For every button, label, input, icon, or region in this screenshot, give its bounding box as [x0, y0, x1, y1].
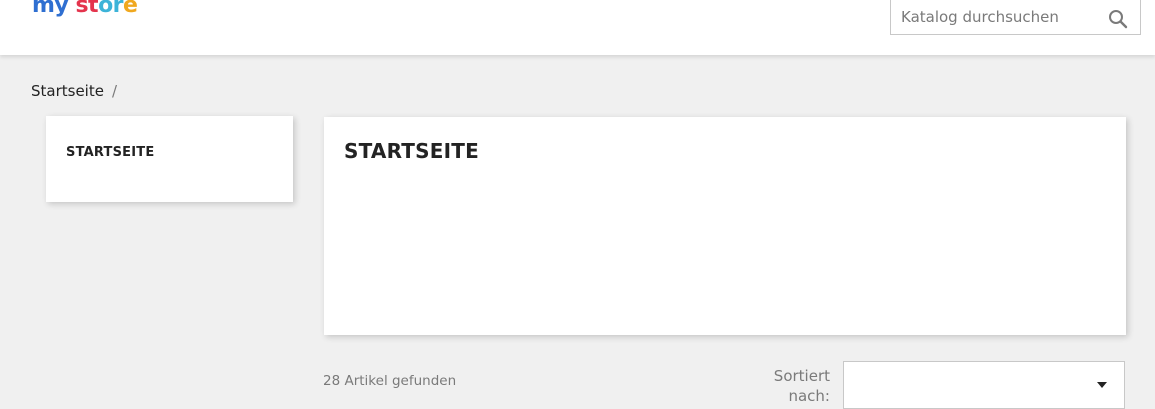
category-sidebar: STARTSEITE — [46, 116, 293, 202]
category-header-block: STARTSEITE — [324, 117, 1126, 335]
caret-down-icon — [1097, 382, 1107, 388]
breadcrumb-separator: / — [111, 82, 118, 100]
sort-label: Sortiert nach: — [773, 367, 830, 405]
store-logo[interactable]: my store — [32, 0, 138, 19]
search-input[interactable] — [901, 6, 1101, 28]
search-icon[interactable] — [1107, 8, 1129, 30]
sort-select[interactable] — [843, 361, 1125, 409]
product-count: 28 Artikel gefunden — [323, 373, 457, 389]
search-box — [890, 0, 1141, 35]
breadcrumb: Startseite / — [31, 81, 117, 101]
sidebar-category-title[interactable]: STARTSEITE — [66, 145, 154, 160]
breadcrumb-item-home[interactable]: Startseite — [31, 82, 104, 100]
site-header: my store — [0, 0, 1155, 55]
page-title: STARTSEITE — [344, 139, 479, 163]
